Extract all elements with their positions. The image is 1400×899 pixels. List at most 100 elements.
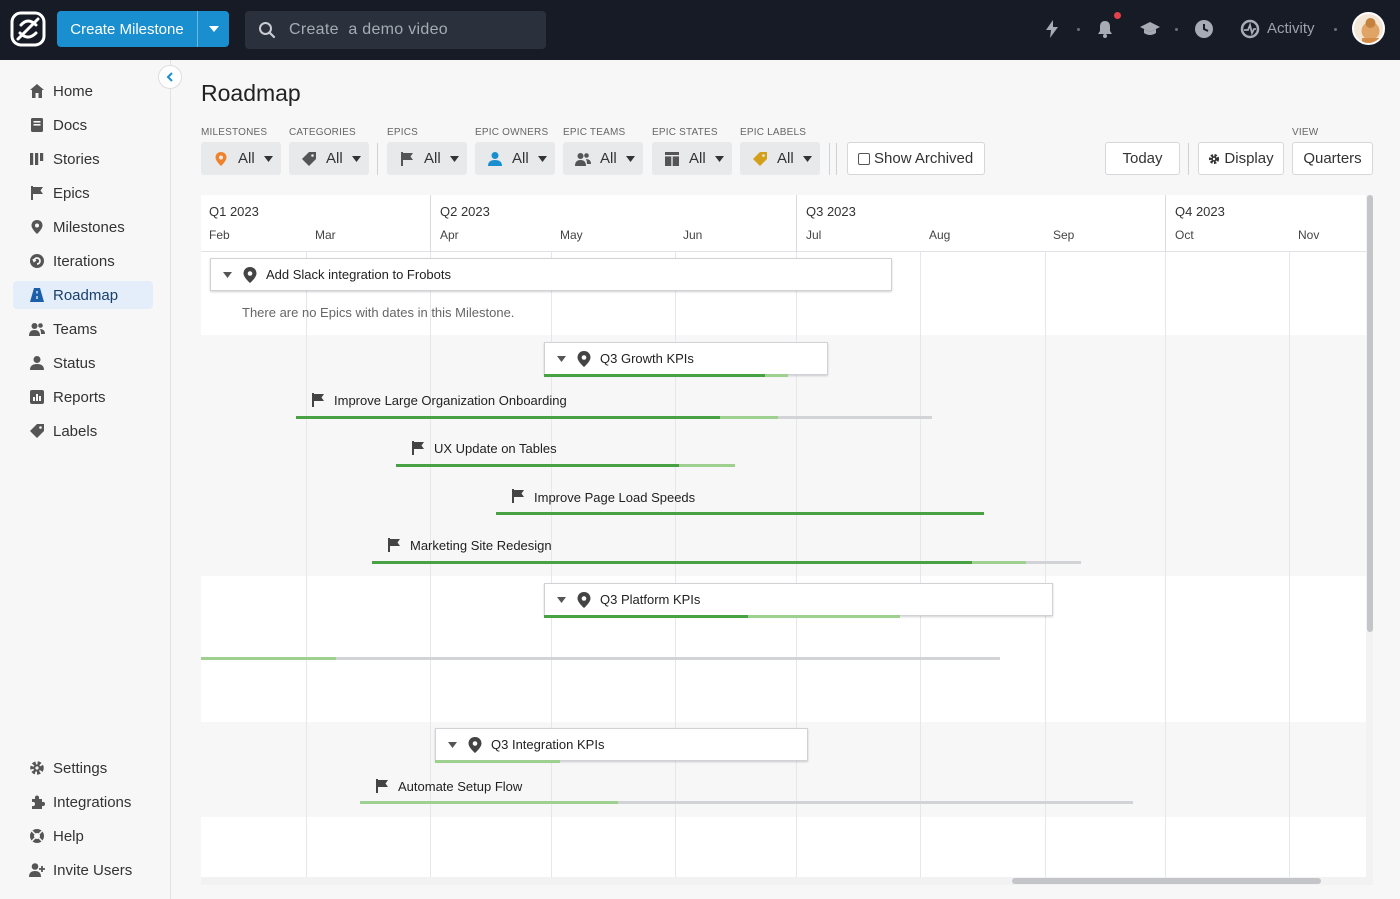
docs-icon [31,118,43,132]
epic-name[interactable]: Improve Large Organization Onboarding [334,393,567,408]
create-milestone-button[interactable]: Create Milestone [57,11,229,47]
chevron-left-icon [166,72,173,82]
bell-icon[interactable] [1095,19,1115,39]
filter-label-epic-states: EPIC STATES [652,127,718,138]
horizontal-scroll-thumb[interactable] [1012,878,1321,884]
status-icon [30,356,44,370]
home-icon [30,84,44,98]
sidebar-item-invite-users[interactable]: Invite Users [13,856,153,884]
caret-down-icon [625,155,635,162]
sidebar-item-docs[interactable]: Docs [13,111,153,139]
month-label: Sep [1053,228,1075,242]
month-label: Jun [683,228,703,242]
month-label: May [560,228,583,242]
categories-filter-dropdown[interactable]: All [289,142,369,175]
caret-down-icon [351,155,361,162]
epic-name[interactable]: Improve Page Load Speeds [534,490,695,505]
sidebar-item-settings[interactable]: Settings [13,754,153,782]
vertical-scrollbar[interactable] [1366,195,1373,885]
empty-milestone-note: There are no Epics with dates in this Mi… [242,305,515,320]
epics-filter-dropdown[interactable]: All [387,142,467,175]
sidebar-item-epics[interactable]: Epics [13,179,153,207]
collapse-triangle-icon[interactable] [223,271,232,278]
chevron-down-icon [208,26,219,32]
page-title: Roadmap [201,80,301,106]
activity-icon[interactable] [1240,19,1260,39]
epic-name[interactable]: UX Update on Tables [434,441,557,456]
collapse-triangle-icon[interactable] [448,741,457,748]
app-logo-icon[interactable] [10,11,46,47]
sidebar-item-home[interactable]: Home [13,77,153,105]
epic-states-filter-dropdown[interactable]: All [652,142,732,175]
vertical-scroll-thumb[interactable] [1367,195,1373,632]
caret-down-icon [537,155,547,162]
month-label: Feb [209,228,230,242]
lightning-icon[interactable] [1042,19,1062,39]
milestone-progress-bar [435,760,560,763]
milestones-filter-dropdown[interactable]: All [201,142,281,175]
filter-label-epic-teams: EPIC TEAMS [563,127,626,138]
horizontal-scrollbar[interactable] [201,877,1366,885]
search-input[interactable] [289,21,539,39]
milestone-name: Q3 Integration KPIs [491,737,605,752]
sidebar-item-status[interactable]: Status [13,349,153,377]
epic-teams-filter-dropdown[interactable]: All [563,142,643,175]
collapse-sidebar-button[interactable] [158,65,182,89]
epic-progress-bar [360,801,618,804]
activity-link[interactable]: Activity [1267,20,1315,37]
sidebar-item-roadmap[interactable]: Roadmap [13,281,153,309]
quarter-label: Q2 2023 [440,204,490,219]
gear-icon [1209,153,1220,164]
collapse-triangle-icon[interactable] [557,355,566,362]
sidebar-item-stories[interactable]: Stories [13,145,153,173]
epic-progress-bar [496,512,984,515]
sidebar-item-iterations[interactable]: Iterations [13,247,153,275]
flag-icon [376,779,388,793]
epic-name[interactable]: Marketing Site Redesign [410,538,552,553]
reports-icon [30,390,44,404]
milestone-pin-icon [468,736,482,753]
caret-down-icon [263,155,273,162]
epic-labels-filter-dropdown[interactable]: All [740,142,820,175]
graduation-cap-icon[interactable] [1140,19,1160,39]
epic-progress-bar [372,561,972,564]
user-icon [488,151,502,166]
show-archived-toggle[interactable]: Show Archived [847,142,985,175]
clock-icon[interactable] [1194,19,1214,39]
milestone-card[interactable]: Q3 Growth KPIs [544,342,828,375]
sidebar-item-milestones[interactable]: Milestones [13,213,153,241]
month-label: Aug [929,228,951,242]
epic-progress-bar [201,657,336,660]
roadmap-icon [30,288,44,302]
milestone-card[interactable]: Q3 Integration KPIs [435,728,808,761]
sidebar-item-integrations[interactable]: Integrations [13,788,153,816]
epic-owners-filter-dropdown[interactable]: All [475,142,555,175]
teams-icon [575,152,591,166]
create-dropdown-toggle[interactable] [198,26,229,32]
labels-icon [30,424,44,438]
milestone-card[interactable]: Add Slack integration to Frobots [210,258,892,291]
display-button[interactable]: Display [1198,142,1284,175]
search-bar[interactable] [245,11,546,49]
user-avatar[interactable] [1352,12,1385,45]
milestone-card[interactable]: Q3 Platform KPIs [544,583,1053,616]
collapse-triangle-icon[interactable] [557,596,566,603]
show-archived-checkbox[interactable] [858,152,870,165]
quarter-label: Q3 2023 [806,204,856,219]
today-button[interactable]: Today [1105,142,1180,175]
epic-name[interactable]: Automate Setup Flow [398,779,522,794]
milestone-pin-icon [31,220,43,234]
sidebar-item-help[interactable]: Help [13,822,153,850]
search-icon [259,22,276,39]
filter-label-epic-labels: EPIC LABELS [740,127,807,138]
milestone-name: Add Slack integration to Frobots [266,267,451,282]
sidebar-item-labels[interactable]: Labels [13,417,153,445]
month-label: Mar [315,228,336,242]
view-quarters-dropdown[interactable]: Quarters [1292,142,1373,175]
puzzle-icon [32,795,45,809]
sidebar-item-reports[interactable]: Reports [13,383,153,411]
milestone-pin-icon [577,591,591,608]
month-label: Nov [1298,228,1320,242]
sidebar-item-teams[interactable]: Teams [13,315,153,343]
epic-progress-bar [396,464,679,467]
